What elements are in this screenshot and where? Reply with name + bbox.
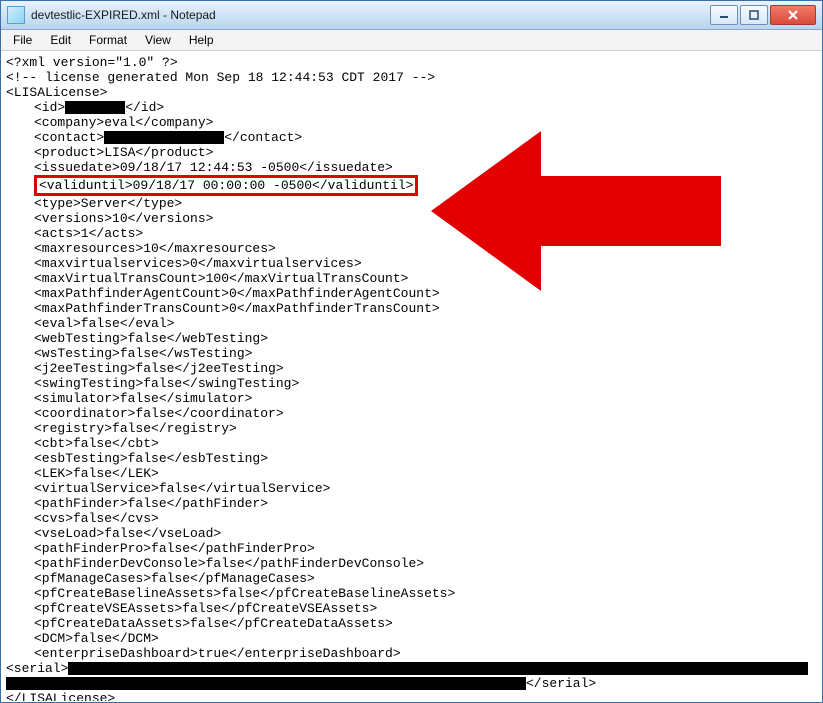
- xml-tag: </contact>: [224, 130, 302, 145]
- menu-edit[interactable]: Edit: [42, 31, 79, 49]
- xml-tag: <validuntil>09/18/17 00:00:00 -0500</val…: [39, 178, 413, 193]
- redacted-block: [6, 677, 526, 690]
- titlebar[interactable]: devtestlic-EXPIRED.xml - Notepad: [1, 1, 822, 30]
- notepad-window: devtestlic-EXPIRED.xml - Notepad File Ed…: [0, 0, 823, 703]
- code-line: <?xml version="1.0" ?>: [6, 55, 819, 70]
- code-line: <maxvirtualservices>0</maxvirtualservice…: [6, 256, 819, 271]
- code-line: <webTesting>false</webTesting>: [6, 331, 819, 346]
- code-line: <maxresources>10</maxresources>: [6, 241, 819, 256]
- code-line: <contact> </contact>: [6, 130, 819, 145]
- code-line: <swingTesting>false</swingTesting>: [6, 376, 819, 391]
- code-line: <esbTesting>false</esbTesting>: [6, 451, 819, 466]
- code-line: <wsTesting>false</wsTesting>: [6, 346, 819, 361]
- code-line: <pathFinderPro>false</pathFinderPro>: [6, 541, 819, 556]
- code-line: <DCM>false</DCM>: [6, 631, 819, 646]
- code-line: <pathFinderDevConsole>false</pathFinderD…: [6, 556, 819, 571]
- code-line: </serial>: [6, 676, 819, 691]
- code-line: <product>LISA</product>: [6, 145, 819, 160]
- redacted-block: [104, 131, 224, 144]
- code-line: <cbt>false</cbt>: [6, 436, 819, 451]
- code-line: <j2eeTesting>false</j2eeTesting>: [6, 361, 819, 376]
- xml-tag: <serial>: [6, 661, 68, 676]
- code-line: <pathFinder>false</pathFinder>: [6, 496, 819, 511]
- redacted-block: [68, 662, 808, 675]
- highlighted-line: <validuntil>09/18/17 00:00:00 -0500</val…: [6, 175, 819, 196]
- code-line: <pfCreateVSEAssets>false</pfCreateVSEAss…: [6, 601, 819, 616]
- code-line: <LISALicense>: [6, 85, 819, 100]
- code-line: <id> </id>: [6, 100, 819, 115]
- text-area[interactable]: <?xml version="1.0" ?> <!-- license gene…: [2, 51, 821, 701]
- code-line: <issuedate>09/18/17 12:44:53 -0500</issu…: [6, 160, 819, 175]
- code-line: <LEK>false</LEK>: [6, 466, 819, 481]
- code-line: <acts>1</acts>: [6, 226, 819, 241]
- xml-tag: <contact>: [34, 130, 104, 145]
- redacted-block: [65, 101, 125, 114]
- code-line: <coordinator>false</coordinator>: [6, 406, 819, 421]
- code-line: <company>eval</company>: [6, 115, 819, 130]
- code-line: <simulator>false</simulator>: [6, 391, 819, 406]
- window-title: devtestlic-EXPIRED.xml - Notepad: [31, 8, 710, 22]
- xml-tag: </id>: [125, 100, 164, 115]
- code-line: <versions>10</versions>: [6, 211, 819, 226]
- code-line: <enterpriseDashboard>true</enterpriseDas…: [6, 646, 819, 661]
- code-line: <maxPathfinderAgentCount>0</maxPathfinde…: [6, 286, 819, 301]
- close-icon: [788, 10, 798, 20]
- xml-tag: <id>: [34, 100, 65, 115]
- code-line: <virtualService>false</virtualService>: [6, 481, 819, 496]
- code-line: </LISALicense>: [6, 691, 819, 701]
- maximize-button[interactable]: [740, 5, 768, 25]
- app-icon: [7, 6, 25, 24]
- close-button[interactable]: [770, 5, 816, 25]
- maximize-icon: [749, 10, 759, 20]
- menubar: File Edit Format View Help: [1, 30, 822, 51]
- code-line: <maxVirtualTransCount>100</maxVirtualTra…: [6, 271, 819, 286]
- menu-view[interactable]: View: [137, 31, 179, 49]
- code-line: <cvs>false</cvs>: [6, 511, 819, 526]
- code-line: <pfCreateBaselineAssets>false</pfCreateB…: [6, 586, 819, 601]
- menu-help[interactable]: Help: [181, 31, 222, 49]
- code-line: <maxPathfinderTransCount>0</maxPathfinde…: [6, 301, 819, 316]
- code-line: <eval>false</eval>: [6, 316, 819, 331]
- window-buttons: [710, 5, 816, 25]
- menu-format[interactable]: Format: [81, 31, 135, 49]
- code-line: <pfManageCases>false</pfManageCases>: [6, 571, 819, 586]
- highlight-box: <validuntil>09/18/17 00:00:00 -0500</val…: [34, 175, 418, 196]
- xml-tag: </serial>: [526, 676, 596, 691]
- code-line: <type>Server</type>: [6, 196, 819, 211]
- code-line: <vseLoad>false</vseLoad>: [6, 526, 819, 541]
- menu-file[interactable]: File: [5, 31, 40, 49]
- code-line: <registry>false</registry>: [6, 421, 819, 436]
- minimize-icon: [719, 10, 729, 20]
- code-line: <!-- license generated Mon Sep 18 12:44:…: [6, 70, 819, 85]
- code-line: <serial>: [6, 661, 819, 676]
- minimize-button[interactable]: [710, 5, 738, 25]
- code-line: <pfCreateDataAssets>false</pfCreateDataA…: [6, 616, 819, 631]
